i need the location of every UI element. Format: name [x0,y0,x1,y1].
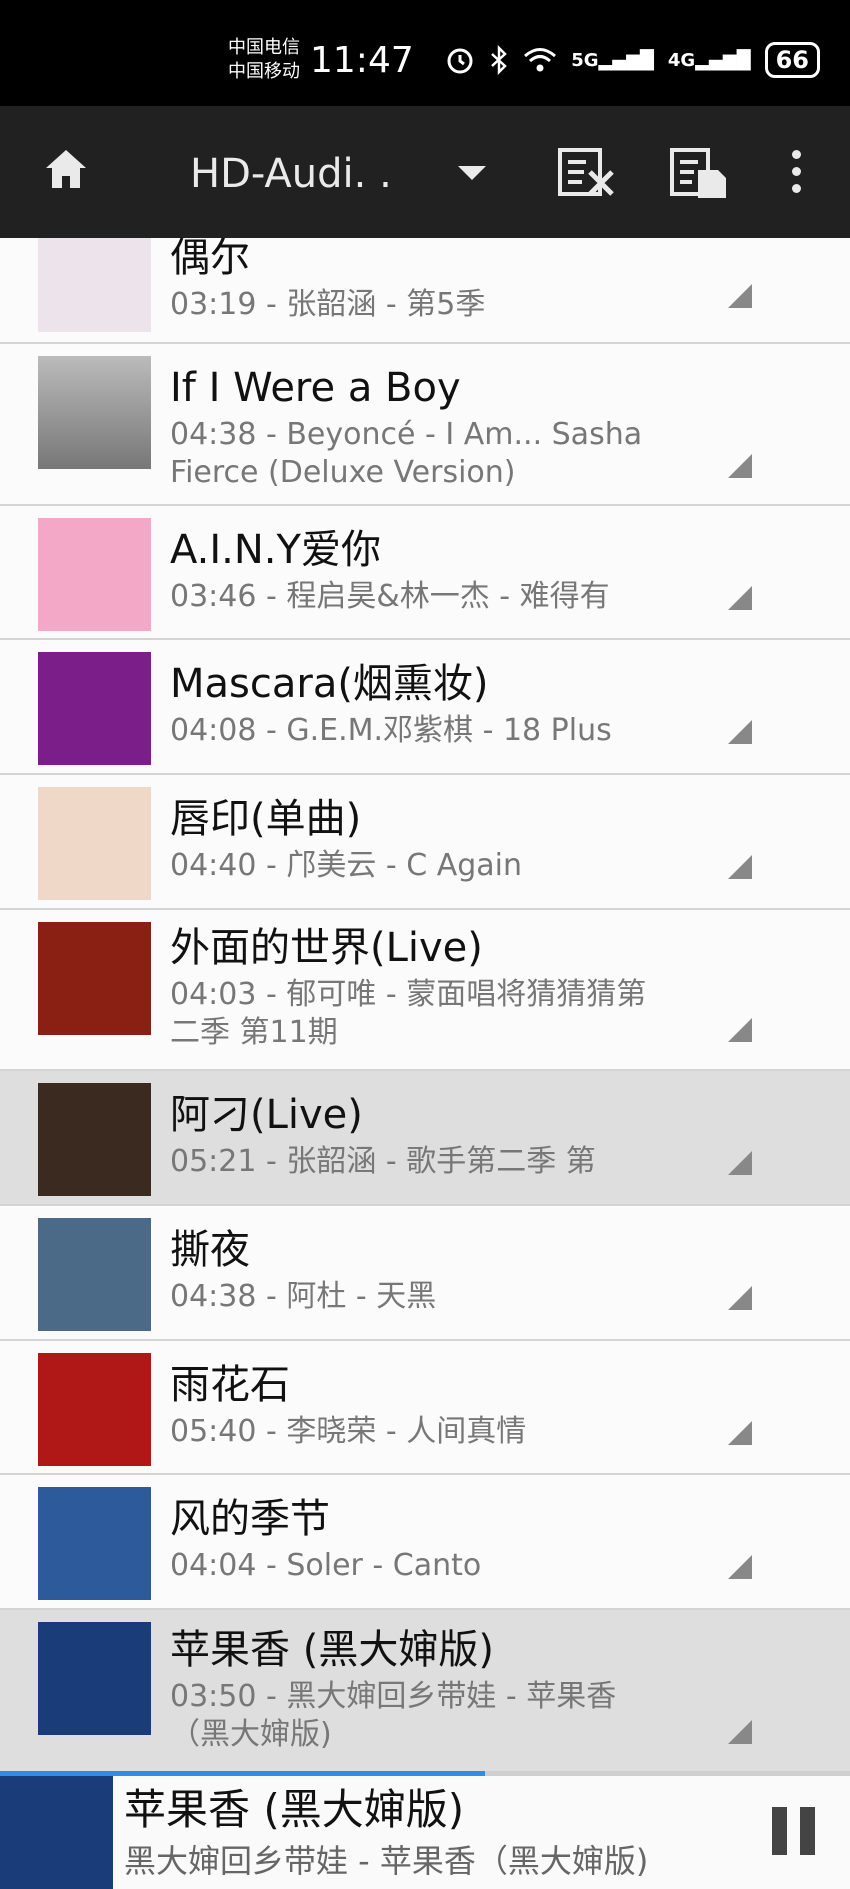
song-row[interactable]: 外面的世界(Live) 04:03 - 郁可唯 - 蒙面唱将猜猜猜第二季 第11… [0,910,850,1071]
song-title: Mascara(烟熏妆) [170,661,489,707]
song-row[interactable]: 苹果香 (黑大婶版) 03:50 - 黑大婶回乡带娃 - 苹果香（黑大婶版) [0,1610,850,1772]
network-2-label: 4G [667,49,696,71]
album-art [38,356,151,469]
song-meta: 04:08 - G.E.M.邓紫棋 - 18 Plus [170,713,612,748]
context-corner-icon[interactable] [728,1720,752,1744]
song-row[interactable]: 阿刁(Live) 05:21 - 张韶涵 - 歌手第二季 第 [0,1071,850,1206]
clear-playlist-icon[interactable] [556,144,616,200]
song-title: 雨花石 [170,1362,290,1408]
song-row[interactable]: 唇印(单曲) 04:40 - 邝美云 - C Again [0,775,850,910]
album-art [38,518,151,631]
song-meta: 03:46 - 程启昊&林一杰 - 难得有 [170,579,610,614]
progress-bar[interactable] [0,1771,850,1776]
context-corner-icon[interactable] [728,720,752,744]
playlist-save-icon[interactable] [668,144,728,200]
song-title: 苹果香 (黑大婶版) [170,1627,494,1673]
signal-5g-icon: 5G▂▄▆█ [571,49,654,71]
carrier-1: 中国电信 [228,37,300,58]
context-corner-icon[interactable] [728,284,752,308]
song-meta: 05:40 - 李晓荣 - 人间真情 [170,1414,527,1449]
song-title: A.I.N.Y爱你 [170,527,381,573]
song-row[interactable]: Mascara(烟熏妆) 04:08 - G.E.M.邓紫棋 - 18 Plus [0,640,850,775]
song-meta: 04:40 - 邝美云 - C Again [170,848,523,883]
song-row[interactable]: 撕夜 04:38 - 阿杜 - 天黑 [0,1206,850,1341]
wifi-icon [524,48,557,72]
song-meta: 05:21 - 张韶涵 - 歌手第二季 第 [170,1144,596,1179]
song-title: 撕夜 [170,1227,250,1273]
context-corner-icon[interactable] [728,1018,752,1042]
song-title: 外面的世界(Live) [170,925,483,971]
song-title: 风的季节 [170,1496,330,1542]
status-bar: 中国电信 中国移动 11:47 5G▂▄▆█ 4G▂▄▆█ 66 [0,0,850,106]
context-corner-icon[interactable] [728,1286,752,1310]
bluetooth-icon [491,45,508,75]
song-list[interactable]: 偶尔 03:19 - 张韶涵 - 第5季 If I Were a Boy 04:… [0,235,850,1772]
context-corner-icon[interactable] [728,1421,752,1445]
clock: 11:47 [310,40,414,81]
song-meta: 03:50 - 黑大婶回乡带娃 - 苹果香（黑大婶版) [170,1679,617,1752]
now-playing-title: 苹果香 (黑大婶版) [124,1785,465,1834]
song-meta: 03:19 - 张韶涵 - 第5季 [170,287,486,322]
battery-indicator: 66 [764,42,820,78]
song-row[interactable]: 风的季节 04:04 - Soler - Canto [0,1475,850,1610]
album-art [38,1353,151,1466]
context-corner-icon[interactable] [728,1151,752,1175]
album-art [38,922,151,1035]
context-corner-icon[interactable] [728,586,752,610]
album-art [38,1622,151,1735]
system-icons: 5G▂▄▆█ 4G▂▄▆█ 66 [445,42,820,78]
dropdown-icon[interactable] [458,166,486,180]
album-art [38,1083,151,1196]
song-meta: 04:03 - 郁可唯 - 蒙面唱将猜猜猜第二季 第11期 [170,977,647,1050]
song-title: 偶尔 [170,235,250,281]
song-meta: 04:04 - Soler - Canto [170,1548,482,1583]
song-meta: 04:38 - 阿杜 - 天黑 [170,1279,437,1314]
context-corner-icon[interactable] [728,855,752,879]
album-art [38,652,151,765]
pause-icon[interactable] [772,1807,816,1855]
song-title: 唇印(单曲) [170,796,362,842]
song-row[interactable]: 雨花石 05:40 - 李晓荣 - 人间真情 [0,1341,850,1475]
album-art [38,787,151,900]
context-corner-icon[interactable] [728,1555,752,1579]
album-art [38,1218,151,1331]
now-playing-art[interactable] [0,1776,113,1889]
song-row[interactable]: If I Were a Boy 04:38 - Beyoncé - I Am..… [0,344,850,506]
now-playing-bar[interactable]: 苹果香 (黑大婶版) 黑大婶回乡带娃 - 苹果香（黑大婶版) [0,1771,850,1889]
more-icon[interactable] [786,150,806,194]
now-playing-subtitle: 黑大婶回乡带娃 - 苹果香（黑大婶版) [124,1842,649,1880]
song-title: 阿刁(Live) [170,1092,363,1138]
song-row[interactable]: A.I.N.Y爱你 03:46 - 程启昊&林一杰 - 难得有 [0,506,850,640]
song-meta: 04:38 - Beyoncé - I Am... Sasha Fierce (… [170,417,643,490]
carrier-2: 中国移动 [228,61,300,82]
signal-4g-icon: 4G▂▄▆█ [667,49,751,71]
context-corner-icon[interactable] [728,454,752,478]
app-bar: HD-Audi. . [0,106,850,238]
album-art [38,238,151,332]
carrier-labels: 中国电信 中国移动 [228,36,300,84]
home-icon[interactable] [42,146,90,194]
alarm-icon [447,48,473,74]
song-row[interactable]: 偶尔 03:19 - 张韶涵 - 第5季 [0,235,850,344]
song-title: If I Were a Boy [170,365,461,411]
network-1-label: 5G [571,49,599,71]
app-title[interactable]: HD-Audi. . [190,150,392,198]
album-art [38,1487,151,1600]
